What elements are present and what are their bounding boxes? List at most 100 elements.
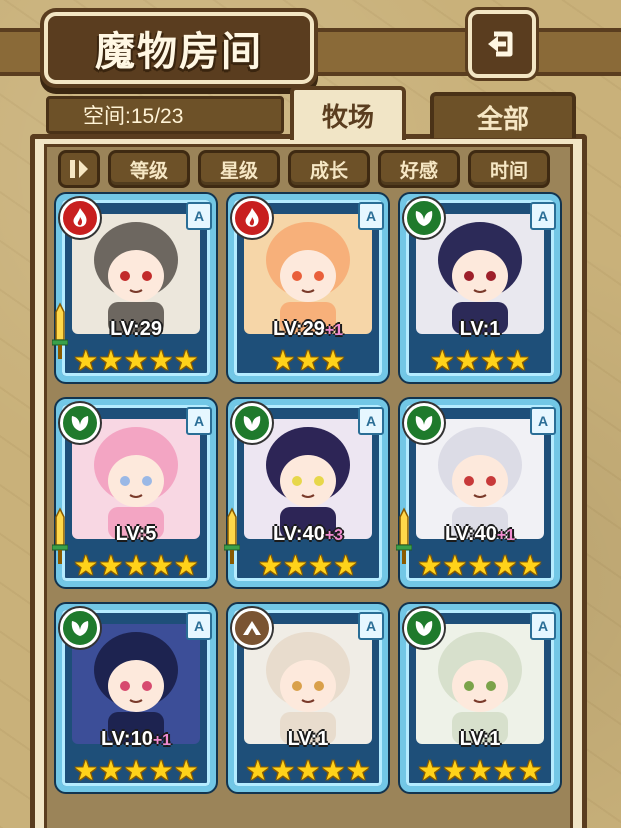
monster-card[interactable]: A LV:5 ★ ★ ★ ★ ★ [51,399,216,587]
level-bonus: +1 [152,732,172,749]
rank-badge: A [358,612,384,640]
level-value: LV:5 [115,523,157,545]
tab-all[interactable]: 全部 [430,92,576,138]
level-label: LV:40+1 [406,523,554,546]
star-icon: ★ [73,550,99,581]
level-label: LV:29+1 [234,318,382,341]
level-label: LV:40+3 [234,523,382,546]
sort-order-icon [70,160,88,178]
star-icon: ★ [467,755,493,786]
star-icon: ★ [320,755,346,786]
level-value: LV:29 [110,318,162,340]
sort-level-button[interactable]: 等级 [108,150,190,188]
monster-card[interactable]: A LV:1 ★ ★ ★ ★ ★ [228,604,388,792]
star-icon: ★ [173,345,199,376]
star-icon: ★ [417,550,443,581]
grass-element-icon [60,608,100,648]
back-arrow-icon [488,31,513,57]
star-icon: ★ [148,550,174,581]
monster-card[interactable]: A LV:1 ★ ★ ★ ★ ★ [400,604,560,792]
sort-star-button[interactable]: 星级 [198,150,280,188]
level-label: LV:1 [406,728,554,751]
star-rating: ★ ★ ★ ★ ★ [62,754,210,788]
star-icon: ★ [442,550,468,581]
star-icon: ★ [320,345,346,376]
grass-element-icon [232,403,272,443]
header-bar [528,28,621,76]
rank-badge: A [530,202,556,230]
sort-bar: 等级 星级 成长 好感 时间 [58,150,550,190]
star-rating: ★ ★ ★ [234,344,382,378]
monster-card[interactable]: A LV:29+1 ★ ★ ★ [228,194,388,382]
grass-element-icon [404,198,444,238]
monster-card[interactable]: A LV:10+1 ★ ★ ★ ★ ★ [56,604,216,792]
star-rating: ★ ★ ★ ★ ★ [62,549,210,583]
star-icon: ★ [173,550,199,581]
level-value: LV:1 [459,318,501,340]
star-rating: ★ ★ ★ ★ [406,344,554,378]
star-icon: ★ [454,345,480,376]
rank-badge: A [186,612,212,640]
star-icon: ★ [492,550,518,581]
star-icon: ★ [308,550,334,581]
star-icon: ★ [98,755,124,786]
star-rating: ★ ★ ★ ★ [234,549,382,583]
rank-badge: A [530,612,556,640]
page-title: 魔物房间 [95,28,263,75]
star-icon: ★ [442,755,468,786]
sort-time-button[interactable]: 时间 [468,150,550,188]
level-value: LV:1 [459,728,501,750]
earth-element-icon [232,608,272,648]
star-icon: ★ [148,755,174,786]
star-icon: ★ [282,550,308,581]
star-icon: ★ [295,345,321,376]
header-bar [306,28,468,76]
level-bonus: +1 [496,527,516,544]
star-icon: ★ [429,345,455,376]
space-capacity: 空间:15/23 [46,96,284,134]
monster-card[interactable]: A LV:29 ★ ★ ★ ★ ★ [51,194,216,382]
space-count: 空间:15/23 [83,105,184,128]
level-label: LV:1 [406,318,554,341]
star-rating: ★ ★ ★ ★ ★ [406,754,554,788]
star-rating: ★ ★ ★ ★ ★ [406,549,554,583]
level-label: LV:10+1 [62,728,210,751]
level-bonus: +1 [324,322,344,339]
sort-growth-button[interactable]: 成长 [288,150,370,188]
monster-card[interactable]: A LV:40+3 ★ ★ ★ ★ [223,399,388,587]
rank-badge: A [186,407,212,435]
level-value: LV:10 [100,728,153,750]
monster-card[interactable]: A LV:1 ★ ★ ★ ★ [400,194,560,382]
fire-element-icon [60,198,100,238]
level-value: LV:40 [444,523,497,545]
star-icon: ★ [295,755,321,786]
star-icon: ★ [257,550,283,581]
sort-order-button[interactable] [58,150,100,188]
tab-ranch[interactable]: 牧场 [290,86,406,140]
star-icon: ★ [333,550,359,581]
star-icon: ★ [492,755,518,786]
back-button[interactable] [468,10,536,78]
star-rating: ★ ★ ★ ★ ★ [234,754,382,788]
star-icon: ★ [73,345,99,376]
level-label: LV:29 [62,318,210,341]
rank-badge: A [358,202,384,230]
rank-badge: A [358,407,384,435]
level-value: LV:29 [272,318,325,340]
star-rating: ★ ★ ★ ★ ★ [62,344,210,378]
monster-card[interactable]: A LV:40+1 ★ ★ ★ ★ ★ [395,399,560,587]
level-value: LV:1 [287,728,329,750]
star-icon: ★ [417,755,443,786]
star-icon: ★ [123,755,149,786]
level-label: LV:5 [62,523,210,546]
star-icon: ★ [98,550,124,581]
star-icon: ★ [270,755,296,786]
star-icon: ★ [467,550,493,581]
star-icon: ★ [173,755,199,786]
grass-element-icon [404,403,444,443]
rank-badge: A [186,202,212,230]
rank-badge: A [530,407,556,435]
sort-affinity-button[interactable]: 好感 [378,150,460,188]
title-plate: 魔物房间 [44,12,314,84]
star-icon: ★ [98,345,124,376]
